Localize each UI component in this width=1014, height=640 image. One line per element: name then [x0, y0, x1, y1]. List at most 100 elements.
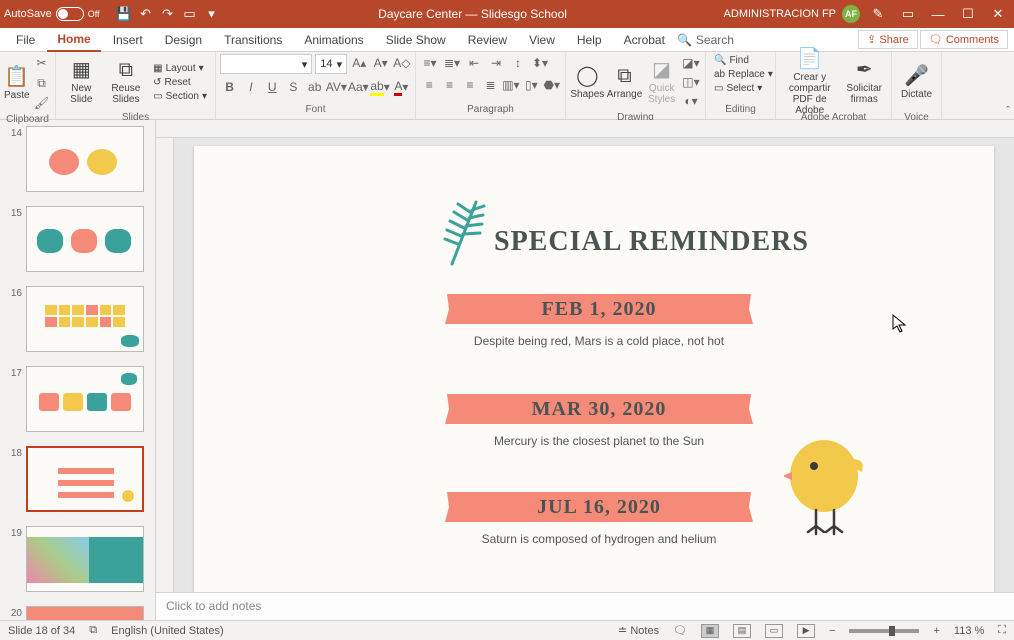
align-left-icon[interactable]: ≡	[420, 76, 438, 94]
accessibility-icon[interactable]: ⧉	[89, 624, 97, 637]
comments-button[interactable]: 🗨 Comments	[920, 30, 1008, 49]
qat-dropdown-icon[interactable]: ▾	[202, 4, 222, 24]
collapse-ribbon-icon[interactable]: ˆ	[1006, 105, 1010, 117]
underline-icon[interactable]: U	[263, 78, 282, 96]
tab-view[interactable]: View	[519, 29, 565, 51]
reuse-slides-button[interactable]: ⧉Reuse Slides	[105, 54, 148, 110]
maximize-icon[interactable]: ☐	[956, 4, 980, 24]
numbering-icon[interactable]: ≣▾	[442, 54, 462, 72]
start-slideshow-icon[interactable]: ▭	[180, 4, 200, 24]
notes-input[interactable]: Click to add notes	[156, 592, 1014, 620]
find-button[interactable]: 🔍 Find	[710, 54, 753, 67]
account-name[interactable]: ADMINISTRACION FP	[724, 8, 836, 20]
select-button[interactable]: ▭ Select ▾	[710, 82, 766, 95]
slide-thumbnail-20[interactable]	[26, 606, 144, 620]
paste-button[interactable]: 📋Paste	[4, 55, 30, 111]
font-color-icon[interactable]: A▾	[392, 78, 411, 96]
tab-transitions[interactable]: Transitions	[214, 29, 292, 51]
shapes-button[interactable]: ◯Shapes	[570, 54, 605, 110]
comments-toggle[interactable]: 🗨	[673, 624, 687, 637]
save-icon[interactable]: 💾	[114, 4, 134, 24]
quick-styles-button[interactable]: ◪Quick Styles	[644, 54, 679, 110]
slide-canvas[interactable]: SPECIAL REMINDERS FEB 1, 2020 Despite be…	[194, 146, 994, 592]
clear-format-icon[interactable]: A◇	[393, 54, 411, 72]
zoom-in-icon[interactable]: +	[933, 625, 939, 637]
font-family-select[interactable]: ▾	[220, 54, 312, 74]
bullets-icon[interactable]: ≡▾	[420, 54, 440, 72]
shape-outline-icon[interactable]: ◫▾	[681, 73, 701, 91]
share-button[interactable]: ⇪ Share	[858, 30, 918, 49]
italic-icon[interactable]: I	[241, 78, 260, 96]
slide-thumbnail-19[interactable]	[26, 526, 144, 592]
indent-dec-icon[interactable]: ⇤	[464, 54, 484, 72]
strike-icon[interactable]: S	[284, 78, 303, 96]
reading-view-icon[interactable]: ▭	[765, 624, 783, 638]
layout-button[interactable]: ▦ Layout ▾	[149, 62, 211, 75]
undo-icon[interactable]: ↶	[136, 4, 156, 24]
tab-slideshow[interactable]: Slide Show	[376, 29, 456, 51]
slideshow-view-icon[interactable]: ▶	[797, 624, 815, 638]
autosave-toggle[interactable]: AutoSave Off	[4, 7, 100, 21]
align-right-icon[interactable]: ≡	[461, 76, 479, 94]
increase-font-icon[interactable]: A▴	[350, 54, 368, 72]
new-slide-button[interactable]: ▦New Slide	[60, 54, 103, 110]
shape-fill-icon[interactable]: ◪▾	[681, 54, 701, 72]
tab-file[interactable]: File	[6, 29, 45, 51]
slide-thumbnails-panel[interactable]: 14 15 16 17 18 19 20	[0, 120, 156, 620]
slide-thumbnail-15[interactable]	[26, 206, 144, 272]
sorter-view-icon[interactable]: ▤	[733, 624, 751, 638]
line-spacing-icon[interactable]: ↕	[508, 54, 528, 72]
tab-insert[interactable]: Insert	[103, 29, 153, 51]
shadow-icon[interactable]: ab	[305, 78, 324, 96]
normal-view-icon[interactable]: ▦	[701, 624, 719, 638]
slide-thumbnail-14[interactable]	[26, 126, 144, 192]
redo-icon[interactable]: ↷	[158, 4, 178, 24]
fit-to-window-icon[interactable]: ⛶	[998, 624, 1006, 637]
section-button[interactable]: ▭ Section ▾	[149, 90, 211, 103]
tab-acrobat[interactable]: Acrobat	[614, 29, 675, 51]
tab-help[interactable]: Help	[567, 29, 612, 51]
arrange-button[interactable]: ⧉Arrange	[607, 54, 643, 110]
cut-icon[interactable]: ✂	[32, 54, 52, 72]
replace-button[interactable]: ab Replace ▾	[710, 68, 777, 81]
text-direction-icon[interactable]: ⬍▾	[530, 54, 550, 72]
coming-soon-icon[interactable]: ✎	[866, 4, 890, 24]
spacing-icon[interactable]: AV▾	[326, 78, 346, 96]
copy-icon[interactable]: ⧉	[32, 74, 52, 92]
reminder-1[interactable]: FEB 1, 2020 Despite being red, Mars is a…	[449, 294, 749, 348]
slide-thumbnail-16[interactable]	[26, 286, 144, 352]
adobe-sign-button[interactable]: ✒Solicitar firmas	[841, 54, 887, 110]
ribbon-display-icon[interactable]: ▭	[896, 4, 920, 24]
adobe-create-button[interactable]: 📄Crear y compartir PDF de Adobe	[780, 54, 839, 110]
slide-thumbnail-17[interactable]	[26, 366, 144, 432]
avatar[interactable]: AF	[842, 5, 860, 23]
tab-home[interactable]: Home	[47, 28, 100, 52]
decrease-font-icon[interactable]: A▾	[371, 54, 389, 72]
minimize-icon[interactable]: —	[926, 4, 950, 24]
slide-thumbnail-18[interactable]	[26, 446, 144, 512]
smartart-icon[interactable]: ⬣▾	[543, 76, 561, 94]
align-center-icon[interactable]: ≡	[440, 76, 458, 94]
case-icon[interactable]: Aa▾	[348, 78, 368, 96]
close-icon[interactable]: ✕	[986, 4, 1010, 24]
reminder-3[interactable]: JUL 16, 2020 Saturn is composed of hydro…	[449, 492, 749, 546]
zoom-level[interactable]: 113 %	[954, 625, 984, 637]
slide-title[interactable]: SPECIAL REMINDERS	[494, 226, 809, 258]
tab-review[interactable]: Review	[458, 29, 517, 51]
font-size-select[interactable]: 14▾	[315, 54, 347, 74]
tab-design[interactable]: Design	[155, 29, 212, 51]
tell-me-search[interactable]: 🔍Search	[677, 33, 734, 47]
zoom-slider[interactable]	[849, 629, 919, 633]
dictate-button[interactable]: 🎤Dictate	[896, 54, 937, 110]
shape-effects-icon[interactable]: ◐▾	[681, 92, 701, 110]
justify-icon[interactable]: ≣	[481, 76, 499, 94]
reset-button[interactable]: ↺ Reset	[149, 76, 211, 89]
status-language[interactable]: English (United States)	[111, 625, 224, 637]
zoom-out-icon[interactable]: −	[829, 625, 835, 637]
tab-animations[interactable]: Animations	[294, 29, 373, 51]
reminder-2[interactable]: MAR 30, 2020 Mercury is the closest plan…	[449, 394, 749, 448]
columns-icon[interactable]: ▥▾	[502, 76, 520, 94]
format-painter-icon[interactable]: 🖌	[32, 94, 52, 112]
highlight-icon[interactable]: ab▾	[370, 78, 389, 96]
indent-inc-icon[interactable]: ⇥	[486, 54, 506, 72]
